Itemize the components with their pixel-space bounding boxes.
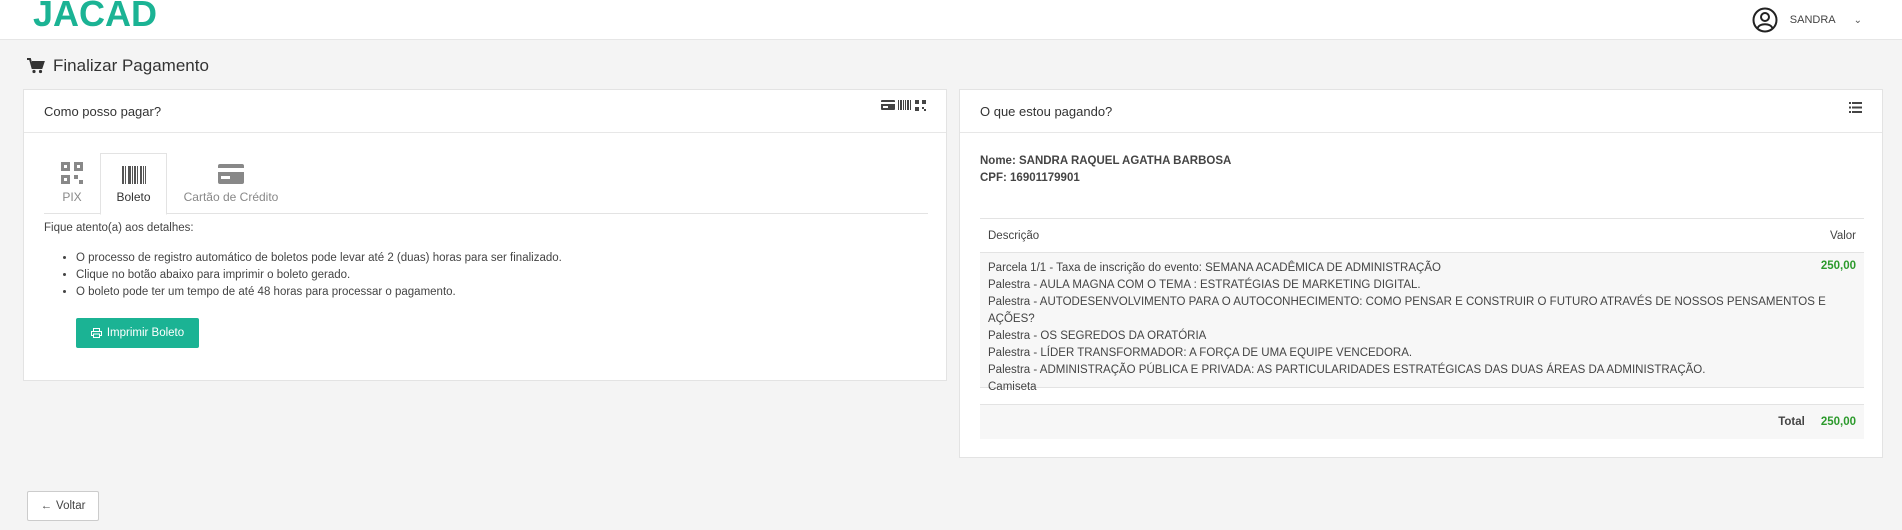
payment-method-header: Como posso pagar? (24, 90, 946, 133)
item-line: Palestra - AUTODESENVOLVIMENTO PARA O AU… (988, 296, 1826, 325)
print-boleto-button[interactable]: Imprimir Boleto (76, 318, 199, 348)
barcode-icon (898, 99, 911, 110)
payer-info: Nome: SANDRA RAQUEL AGATHA BARBOSA CPF: … (980, 153, 1231, 187)
tab-credit-card-label: Cartão de Crédito (183, 190, 279, 204)
cart-icon (27, 58, 45, 74)
qr-icon (61, 162, 83, 184)
details-list: O processo de registro automático de bol… (76, 250, 562, 301)
item-line: Palestra - ADMINISTRAÇÃO PÚBLICA E PRIVA… (988, 364, 1706, 376)
list-item: O processo de registro automático de bol… (76, 250, 562, 267)
total-value: 250,00 (1820, 416, 1856, 428)
column-value: Valor (1830, 229, 1856, 242)
tab-boleto[interactable]: Boleto (100, 153, 167, 215)
payer-name: Nome: SANDRA RAQUEL AGATHA BARBOSA (980, 155, 1232, 167)
total-label: Total (1778, 416, 1805, 428)
logo[interactable]: JACAD (33, 0, 157, 35)
credit-card-icon (218, 164, 244, 184)
list-item: Clique no botão abaixo para imprimir o b… (76, 267, 562, 284)
table-header: Descrição Valor (980, 218, 1864, 253)
user-menu[interactable]: SANDRA ⌄ (1752, 6, 1862, 34)
list-icon (1849, 101, 1862, 113)
payment-type-icons (881, 99, 926, 111)
arrow-left-icon: ← (40, 500, 53, 512)
payment-method-title: Como posso pagar? (44, 103, 162, 119)
item-line: Palestra - LÍDER TRANSFORMADOR: A FORÇA … (988, 347, 1413, 359)
tab-credit-card[interactable]: Cartão de Crédito (181, 153, 281, 214)
barcode-icon (121, 166, 146, 184)
tab-pix-label: PIX (62, 190, 82, 204)
tab-boleto-label: Boleto (116, 190, 151, 204)
back-button-label: Voltar (56, 500, 86, 512)
item-line: Parcela 1/1 - Taxa de inscrição do event… (988, 262, 1441, 274)
payer-cpf: CPF: 16901179901 (980, 172, 1080, 184)
chevron-down-icon: ⌄ (1853, 14, 1862, 26)
back-button[interactable]: ← Voltar (27, 491, 99, 521)
qr-icon (915, 99, 926, 111)
item-line: Palestra - OS SEGREDOS DA ORATÓRIA (988, 330, 1207, 342)
credit-card-icon (881, 99, 895, 110)
page-title-text: Finalizar Pagamento (53, 56, 209, 75)
payment-summary-title: O que estou pagando? (980, 103, 1113, 119)
user-name: SANDRA (1789, 14, 1836, 26)
print-boleto-label: Imprimir Boleto (106, 327, 185, 339)
top-bar: JACAD SANDRA ⌄ (0, 0, 1902, 40)
payment-tabs: PIX Boleto Cartão de Crédito (44, 153, 928, 215)
tab-pix[interactable]: PIX (44, 153, 100, 214)
item-value: 250,00 (1820, 260, 1856, 272)
item-line: Palestra - AULA MAGNA COM O TEMA : ESTRA… (988, 279, 1421, 291)
item-line: Camiseta (988, 381, 1037, 393)
column-description: Descrição (988, 229, 1040, 242)
table-row: Parcela 1/1 - Taxa de inscrição do event… (980, 253, 1864, 393)
list-item: O boleto pode ter um tempo de até 48 hor… (76, 284, 562, 301)
printer-icon (90, 328, 102, 338)
payment-summary-panel: O que estou pagando? Nome: SANDRA RAQUEL… (959, 89, 1883, 458)
total-row: Total 250,00 (980, 404, 1864, 439)
user-avatar-icon (1752, 7, 1778, 33)
boleto-details: Fique atento(a) aos detalhes: O processo… (44, 222, 562, 301)
payment-summary-header: O que estou pagando? (960, 90, 1882, 133)
payment-method-panel: Como posso pagar? PIX Boleto Cartão de C… (23, 89, 947, 381)
details-title: Fique atento(a) aos detalhes: (44, 222, 194, 234)
page-title: Finalizar Pagamento (27, 56, 209, 76)
